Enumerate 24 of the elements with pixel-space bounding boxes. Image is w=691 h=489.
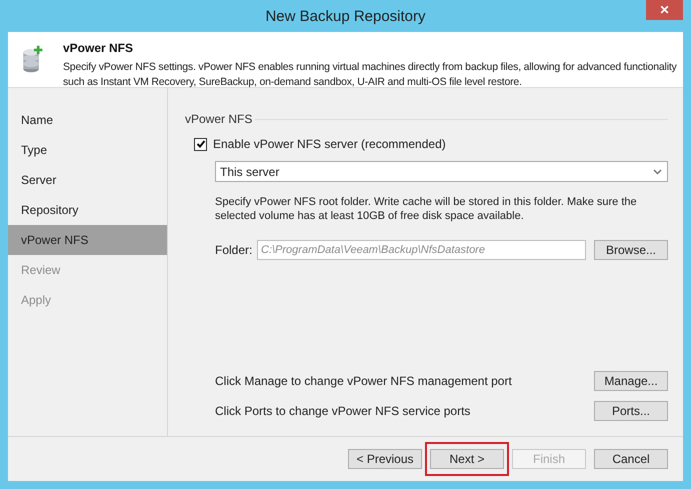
group-title: vPower NFS [185, 111, 252, 128]
wizard-button[interactable]: < Previous [348, 449, 422, 469]
wizard-button[interactable]: Cancel [594, 449, 668, 469]
header-title: vPower NFS [63, 40, 134, 57]
wizard-button[interactable]: Next > [430, 449, 504, 469]
enable-checkbox[interactable] [194, 138, 207, 150]
chevron-down-icon [653, 168, 662, 174]
port-settings-button[interactable]: Manage... [594, 371, 668, 391]
window-title: New Backup Repository [265, 6, 426, 27]
wizard-step[interactable]: Server [8, 165, 167, 195]
wizard-step[interactable]: vPower NFS [8, 225, 167, 255]
port-description: Click Manage to change vPower NFS management port [215, 373, 512, 390]
folder-label: Folder: [215, 242, 254, 259]
port-settings-button[interactable]: Ports... [594, 401, 668, 421]
wizard-step[interactable]: Name [8, 105, 167, 135]
server-dropdown[interactable]: This server [215, 161, 668, 182]
folder-hint: Specify vPower NFS root folder. Write cache will be stored in this folder. Make sure the selected volume has at least 10GB of free disk space available. [215, 195, 638, 223]
header-description: Specify vPower NFS settings. vPower NFS enables running virtual machines directly from backup files, allowing for advanced functionality such as Instant VM Recovery, SureBackup, on-demand sandbox, U-AIR and multi-OS file level restore. [63, 60, 678, 90]
port-description: Click Ports to change vPower NFS service ports [215, 403, 470, 420]
wizard-step[interactable]: Type [8, 135, 167, 165]
browse-button[interactable]: Browse... [594, 240, 668, 260]
checkbox-label: Enable vPower NFS server (recommended) [213, 136, 446, 153]
wizard-step[interactable]: Repository [8, 195, 167, 225]
close-button[interactable]: ✕ [646, 0, 683, 20]
